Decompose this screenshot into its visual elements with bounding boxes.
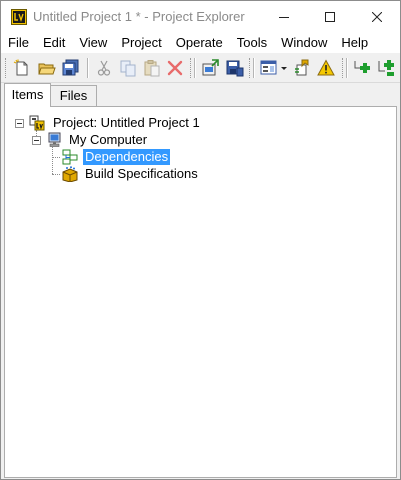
minimize-icon	[279, 12, 289, 22]
cut-button[interactable]	[95, 59, 113, 77]
view-options-dropdown[interactable]	[279, 59, 289, 77]
tree-connector	[52, 147, 53, 174]
toolbar-separator	[194, 58, 196, 78]
close-button[interactable]	[354, 1, 400, 32]
tree-item-build-specifications[interactable]: Build Specifications	[83, 166, 200, 182]
cut-icon	[95, 59, 113, 77]
properties-button[interactable]	[293, 59, 311, 77]
dropdown-arrow-icon	[279, 59, 289, 77]
title-bar[interactable]: Untitled Project 1 * - Project Explorer	[1, 1, 400, 32]
save-project-button[interactable]	[226, 59, 244, 77]
labview-app-icon	[11, 9, 27, 25]
toolbar-separator	[253, 58, 255, 78]
collapse-all-button[interactable]	[377, 59, 395, 77]
new-icon	[13, 59, 31, 77]
toolbar-grip[interactable]	[5, 58, 8, 78]
tree-connector	[52, 157, 60, 158]
menu-help[interactable]: Help	[334, 32, 375, 53]
toolbar-separator	[87, 58, 89, 78]
build-specifications-icon	[62, 166, 78, 183]
copy-icon	[119, 59, 137, 77]
save-project-icon	[226, 59, 244, 77]
toolbar	[1, 53, 400, 83]
view-options-button[interactable]	[260, 59, 278, 77]
menu-file[interactable]: File	[1, 32, 36, 53]
project-explorer-window: Untitled Project 1 * - Project Explorer …	[0, 0, 401, 480]
project-icon	[29, 115, 45, 131]
collapse-all-icon	[377, 59, 395, 77]
minimize-button[interactable]	[261, 1, 307, 32]
paste-icon	[143, 59, 161, 77]
close-icon	[372, 11, 382, 22]
computer-collapse-toggle[interactable]	[32, 136, 41, 145]
deploy-button[interactable]	[202, 59, 220, 77]
expand-all-icon	[353, 59, 371, 77]
deploy-icon	[202, 59, 220, 77]
project-tree[interactable]: Project: Untitled Project 1 My Computer …	[4, 106, 397, 478]
copy-button[interactable]	[119, 59, 137, 77]
tree-item-project[interactable]: Project: Untitled Project 1	[51, 115, 202, 131]
menu-project[interactable]: Project	[114, 32, 168, 53]
project-collapse-toggle[interactable]	[15, 119, 24, 128]
menu-edit[interactable]: Edit	[36, 32, 72, 53]
menu-window[interactable]: Window	[274, 32, 334, 53]
maximize-icon	[325, 11, 335, 22]
properties-icon	[293, 59, 311, 77]
tab-items[interactable]: Items	[4, 83, 51, 107]
save-all-icon	[62, 59, 80, 77]
toolbar-separator	[346, 58, 348, 78]
menu-operate[interactable]: Operate	[169, 32, 230, 53]
new-button[interactable]	[13, 59, 31, 77]
delete-icon	[166, 59, 184, 77]
warnings-button[interactable]	[317, 59, 335, 77]
toolbar-grip[interactable]	[342, 58, 345, 78]
dependencies-icon	[62, 149, 78, 165]
toolbar-grip[interactable]	[190, 58, 193, 78]
delete-button[interactable]	[166, 59, 184, 77]
open-folder-icon	[38, 59, 56, 77]
computer-icon	[47, 132, 63, 148]
menu-tools[interactable]: Tools	[230, 32, 274, 53]
paste-button[interactable]	[143, 59, 161, 77]
warning-icon	[317, 59, 335, 77]
window-title: Untitled Project 1 * - Project Explorer	[33, 9, 245, 24]
open-button[interactable]	[38, 59, 56, 77]
tree-item-dependencies[interactable]: Dependencies	[83, 149, 171, 165]
tree-connector	[52, 174, 60, 175]
view-options-icon	[260, 59, 278, 77]
menu-bar: File Edit View Project Operate Tools Win…	[1, 32, 400, 53]
save-all-button[interactable]	[62, 59, 80, 77]
toolbar-grip[interactable]	[249, 58, 252, 78]
tree-item-my-computer[interactable]: My Computer	[67, 132, 149, 148]
menu-view[interactable]: View	[72, 32, 114, 53]
expand-all-button[interactable]	[353, 59, 371, 77]
tab-files[interactable]: Files	[51, 85, 97, 107]
maximize-button[interactable]	[307, 1, 353, 32]
